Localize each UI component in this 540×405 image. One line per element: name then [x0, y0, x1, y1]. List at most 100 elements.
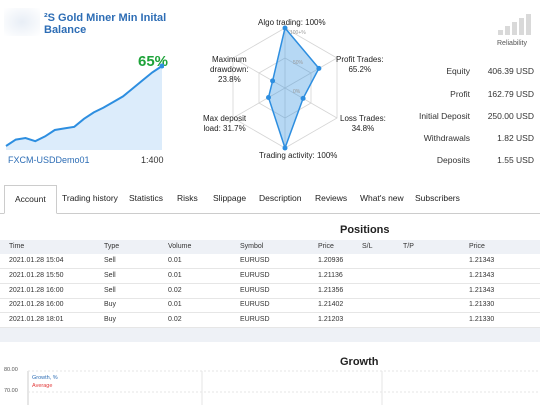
stat-profit-label: Profit [450, 89, 470, 99]
signal-title-line2: Balance [44, 24, 87, 36]
col-time[interactable]: Time [9, 243, 24, 250]
cell-price-current: 1.21330 [469, 316, 495, 324]
cell-symbol: EURUSD [240, 301, 270, 309]
cell-price-current: 1.21343 [469, 286, 495, 294]
radar-label-profit-2: 65.2% [348, 65, 372, 74]
stat-withdrawals-label: Withdrawals [423, 133, 470, 143]
cell-time: 2021.01.28 16:00 [9, 301, 64, 309]
cell-volume: 0.01 [168, 301, 182, 309]
growth-ytick-70: 70.00 [4, 388, 18, 394]
account-server[interactable]: FXCM-USDDemo01 [8, 155, 90, 165]
cell-price: 1.20936 [318, 257, 344, 264]
stat-initial-deposit-value: 250.00 USD [487, 111, 534, 121]
tab-trading-history[interactable]: Trading history [62, 185, 118, 212]
radar-label-loss: Loss Trades: 34.8% [340, 114, 386, 134]
radar-ring-0: 0% [293, 89, 301, 95]
col-price[interactable]: Price [318, 243, 334, 250]
cell-price-current: 1.21343 [469, 271, 495, 279]
radar-label-algo: Algo trading: 100% [258, 18, 326, 27]
cell-symbol: EURUSD [240, 286, 270, 294]
logo-blur-icon [4, 8, 40, 36]
stat-deposits-label: Deposits [436, 155, 470, 165]
cell-price: 1.21203 [318, 316, 344, 324]
cell-volume: 0.01 [168, 271, 182, 279]
table-row[interactable]: 2021.01.28 16:00 Buy 0.01 EURUSD 1.21402 1.21… [0, 298, 540, 314]
col-type[interactable]: Type [104, 243, 119, 250]
radar-label-deposit-1: Max deposit [203, 114, 247, 123]
signal-title[interactable]: ²S Gold Miner Min Inital Balance [44, 12, 166, 36]
radar-ring-50: 50% [293, 60, 304, 66]
cell-type: Sell [104, 271, 116, 279]
legend-growth: Growth, % [32, 375, 58, 381]
leverage: 1:400 [141, 155, 164, 165]
signal-title-line1: ²S Gold Miner Min Inital [44, 12, 167, 24]
stat-deposits-value: 1.55 USD [497, 155, 534, 165]
cell-volume: 0.02 [168, 316, 182, 324]
radar-label-deposit: Max deposit load: 31.7% [203, 114, 246, 134]
table-row[interactable]: 2021.01.28 15:04 Sell 0.01 EURUSD 1.20936 1.2… [0, 254, 540, 269]
radar-point-profit [316, 65, 322, 71]
cell-type: Sell [104, 286, 116, 294]
col-symbol[interactable]: Symbol [240, 243, 263, 250]
radar-label-loss-2: 34.8% [351, 124, 375, 133]
col-price-current[interactable]: Price [469, 243, 485, 250]
table-row[interactable]: 2021.01.28 18:01 Buy 0.02 EURUSD 1.21203 1.21… [0, 313, 540, 329]
cell-price: 1.21356 [318, 286, 344, 294]
tab-reviews[interactable]: Reviews [315, 185, 347, 212]
table-row[interactable]: 2021.01.28 16:00 Sell 0.02 EURUSD 1.21356 1.2… [0, 284, 540, 299]
tab-account[interactable]: Account [4, 185, 57, 214]
cell-time: 2021.01.28 16:00 [9, 286, 64, 294]
radar-ring-100: 100+% [290, 30, 306, 36]
table-row[interactable]: 2021.01.28 15:50 Sell 0.01 EURUSD 1.21136 1.2… [0, 269, 540, 284]
radar-point-drawdown [270, 78, 276, 84]
radar-label-deposit-2: load: 31.7% [203, 124, 246, 133]
tab-slippage[interactable]: Slippage [213, 185, 246, 212]
radar-label-loss-1: Loss Trades: [340, 114, 386, 123]
radar-label-profit: Profit Trades: 65.2% [336, 55, 384, 75]
cell-price: 1.21136 [318, 271, 343, 279]
col-tp[interactable]: T/P [403, 243, 414, 250]
stat-equity-value: 406.39 USD [487, 66, 534, 76]
stat-profit-value: 162.79 USD [487, 89, 534, 99]
tab-statistics[interactable]: Statistics [129, 185, 163, 212]
reliability-bars-icon[interactable] [497, 12, 533, 36]
tab-risks[interactable]: Risks [177, 185, 198, 212]
radar-label-drawdown-3: 23.8% [218, 75, 241, 84]
cell-volume: 0.02 [168, 286, 182, 294]
cell-price-current: 1.21343 [469, 257, 495, 264]
stat-initial-deposit-label: Initial Deposit [418, 111, 470, 121]
cell-symbol: EURUSD [240, 271, 270, 279]
mini-growth-chart [5, 63, 164, 150]
cell-type: Buy [104, 316, 117, 324]
cell-type: Buy [104, 301, 117, 309]
tab-subscribers[interactable]: Subscribers [415, 185, 460, 212]
cell-price: 1.21402 [318, 301, 344, 309]
cell-time: 2021.01.28 15:04 [9, 257, 64, 264]
stat-equity-label: Equity [446, 66, 470, 76]
reliability-label: Reliability [497, 40, 527, 47]
cell-symbol: EURUSD [240, 316, 270, 324]
radar-label-activity: Trading activity: 100% [259, 151, 338, 160]
cell-time: 2021.01.28 15:50 [9, 271, 64, 279]
positions-footer-bar [0, 328, 540, 342]
col-sl[interactable]: S/L [362, 243, 373, 250]
radar-label-profit-1: Profit Trades: [336, 55, 384, 64]
radar-label-drawdown-1: Maximum [212, 55, 247, 64]
radar-label-drawdown-2: drawdown: [210, 65, 249, 74]
cell-price-current: 1.21330 [469, 301, 495, 309]
stat-withdrawals-value: 1.82 USD [497, 133, 534, 143]
cell-volume: 0.01 [168, 257, 182, 264]
radar-point-loss [300, 95, 306, 101]
radar-chart: 100+% 50% 0% [232, 25, 338, 151]
cell-symbol: EURUSD [240, 257, 270, 264]
tab-description[interactable]: Description [259, 185, 302, 212]
tab-whats-new[interactable]: What's new [360, 185, 404, 212]
col-volume[interactable]: Volume [168, 243, 191, 250]
tab-bar: Account Trading history Statistics Risks… [0, 185, 540, 214]
radar-point-activity [282, 145, 288, 151]
growth-ytick-80: 80.00 [4, 367, 18, 373]
cell-type: Sell [104, 257, 116, 264]
mini-growth-area [6, 66, 162, 150]
radar-label-drawdown: Maximum drawdown: 23.8% [210, 55, 249, 85]
radar-point-deposit [266, 95, 271, 100]
